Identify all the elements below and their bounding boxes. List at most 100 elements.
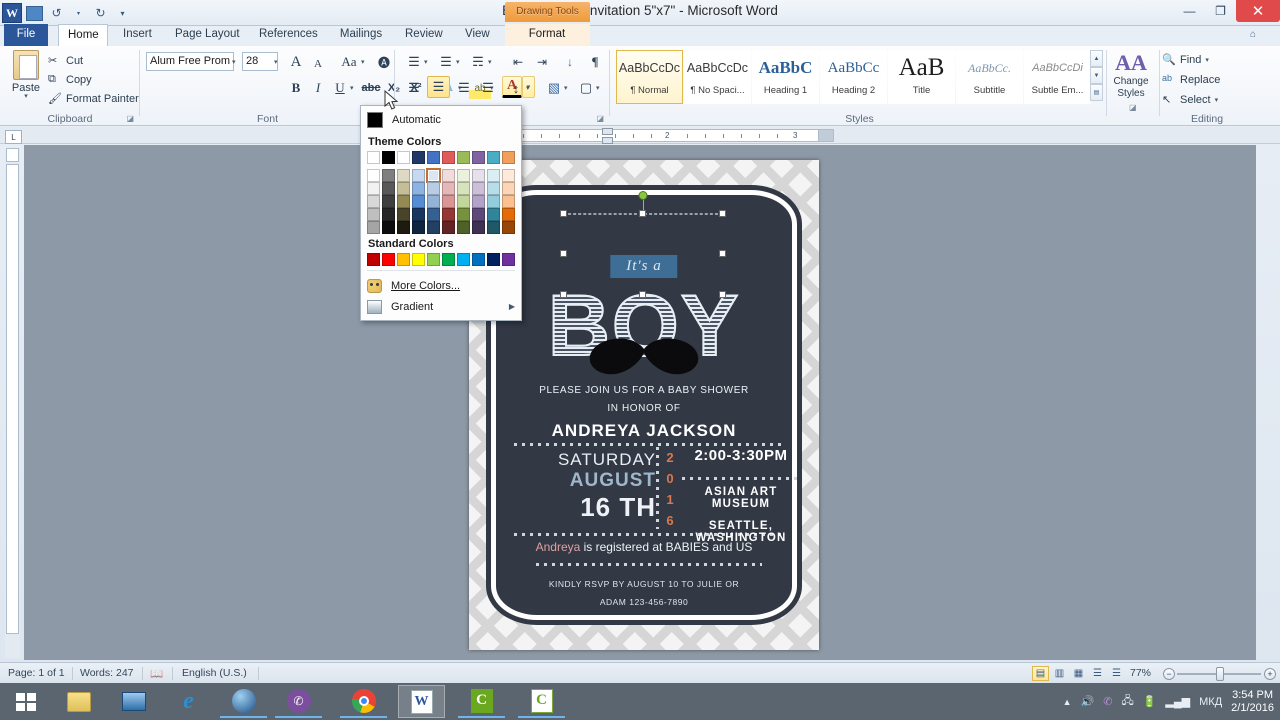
- minimize-ribbon-icon[interactable]: ⌂: [1243, 24, 1263, 45]
- styles-scroll-down-icon[interactable]: ▼: [1090, 67, 1103, 84]
- paste-button[interactable]: Paste ▾: [6, 50, 46, 100]
- styles-more-icon[interactable]: ▤: [1090, 84, 1103, 101]
- find-button[interactable]: 🔍 Find ▾: [1162, 53, 1209, 67]
- language-indicator[interactable]: English (U.S.): [182, 667, 247, 679]
- standard-swatch[interactable]: [412, 253, 425, 266]
- handle-top-left[interactable]: [560, 210, 567, 217]
- tab-references[interactable]: References: [250, 24, 326, 46]
- underline-dropdown-icon[interactable]: ▾: [350, 84, 354, 92]
- cut-button[interactable]: ✂ Cut: [48, 54, 83, 68]
- bold-button[interactable]: B: [286, 77, 306, 99]
- theme-variants-row[interactable]: [367, 168, 521, 183]
- tab-home[interactable]: Home: [58, 24, 108, 46]
- style-normal[interactable]: AaBbCcDc ¶ Normal: [616, 50, 683, 104]
- tab-format[interactable]: Format: [510, 24, 584, 46]
- styles-dialog-launcher[interactable]: ◪: [1129, 103, 1137, 112]
- tab-view[interactable]: View: [456, 24, 498, 46]
- view-full-screen[interactable]: ▥: [1051, 666, 1068, 681]
- view-outline[interactable]: ☰: [1089, 666, 1106, 681]
- theme-swatch[interactable]: [457, 151, 470, 164]
- network-error-icon[interactable]: 🖧: [1121, 692, 1133, 711]
- font-color-dropdown-menu[interactable]: Automatic Theme Colors Standard Colors M…: [360, 105, 522, 321]
- taskbar-google-chrome[interactable]: [340, 685, 387, 718]
- zoom-slider-thumb[interactable]: [1216, 667, 1224, 681]
- standard-swatch[interactable]: [472, 253, 485, 266]
- close-button[interactable]: ✕: [1236, 0, 1280, 22]
- shading-button[interactable]: ▧: [543, 77, 565, 99]
- align-left-button[interactable]: ☰: [403, 77, 425, 99]
- select-dropdown-icon[interactable]: ▾: [1215, 96, 1219, 104]
- numbering-dropdown-icon[interactable]: ▾: [456, 58, 460, 66]
- font-name-input[interactable]: Alum Free Prom: [146, 52, 234, 71]
- view-draft[interactable]: ☰: [1108, 666, 1125, 681]
- taskbar-media-player[interactable]: [110, 685, 157, 718]
- select-button[interactable]: ↖ Select ▾: [1162, 93, 1218, 107]
- tab-review[interactable]: Review: [396, 24, 448, 46]
- volume-icon[interactable]: 🔊: [1081, 695, 1095, 708]
- handle-middle-right[interactable]: [719, 250, 726, 257]
- viber-tray-icon[interactable]: ✆: [1103, 695, 1112, 708]
- theme-swatch[interactable]: [397, 151, 410, 164]
- format-painter-button[interactable]: 🖌 Format Painter: [48, 92, 139, 106]
- styles-scroll-up-icon[interactable]: ▲: [1090, 50, 1103, 67]
- shrink-font-button[interactable]: A: [308, 53, 328, 75]
- taskbar-file-explorer[interactable]: [55, 685, 102, 718]
- replace-button[interactable]: ab Replace: [1162, 73, 1220, 87]
- copy-button[interactable]: ⧉ Copy: [48, 73, 92, 87]
- show-hidden-icons[interactable]: ▲: [1063, 697, 1072, 707]
- shading-dropdown-icon[interactable]: ▾: [564, 84, 568, 92]
- paragraph-dialog-launcher[interactable]: ◪: [596, 114, 604, 123]
- rotation-handle[interactable]: [638, 191, 648, 200]
- standard-swatch[interactable]: [457, 253, 470, 266]
- italic-button[interactable]: I: [308, 77, 328, 99]
- clock[interactable]: 3:54 PM 2/1/2016: [1231, 689, 1274, 715]
- first-line-indent-marker[interactable]: [602, 128, 613, 135]
- change-case-dropdown-icon[interactable]: ▾: [361, 58, 365, 66]
- zoom-out-button[interactable]: −: [1163, 668, 1175, 680]
- minimize-button[interactable]: —: [1174, 0, 1205, 22]
- zoom-level[interactable]: 77%: [1130, 667, 1151, 679]
- theme-swatch[interactable]: [382, 151, 395, 164]
- style-title[interactable]: AaB Title: [888, 50, 955, 104]
- standard-swatch[interactable]: [427, 253, 440, 266]
- handle-bottom-center[interactable]: [639, 291, 646, 298]
- theme-variants-row[interactable]: [367, 221, 521, 234]
- tab-page-layout[interactable]: Page Layout: [166, 24, 246, 46]
- theme-variants-row[interactable]: [367, 182, 521, 195]
- numbering-button[interactable]: ☰: [435, 51, 457, 73]
- menu-item-gradient[interactable]: Gradient ▶: [361, 296, 521, 317]
- style-subtle-emphasis[interactable]: AaBbCcDi Subtle Em...: [1024, 50, 1091, 104]
- style-heading-1[interactable]: AaBbC Heading 1: [752, 50, 819, 104]
- bullets-dropdown-icon[interactable]: ▾: [424, 58, 428, 66]
- handle-middle-left[interactable]: [560, 250, 567, 257]
- increase-indent-button[interactable]: ⇥: [531, 51, 553, 73]
- view-print-layout[interactable]: ▤: [1032, 666, 1049, 681]
- shape-selection-handles[interactable]: [560, 191, 726, 298]
- standard-swatch[interactable]: [367, 253, 380, 266]
- style-no-spacing[interactable]: AaBbCcDc ¶ No Spaci...: [684, 50, 751, 104]
- signal-icon[interactable]: ▂▄▆: [1165, 695, 1190, 708]
- ruler-track[interactable]: 1 2 3: [470, 129, 820, 142]
- justify-button[interactable]: ☰: [477, 77, 499, 99]
- zoom-in-button[interactable]: +: [1264, 668, 1276, 680]
- theme-swatch[interactable]: [487, 151, 500, 164]
- standard-swatch[interactable]: [397, 253, 410, 266]
- start-button[interactable]: [4, 685, 48, 718]
- line-spacing-dropdown-icon[interactable]: ▾: [526, 84, 530, 92]
- standard-swatch[interactable]: [382, 253, 395, 266]
- taskbar-internet-explorer[interactable]: e: [165, 685, 212, 718]
- strikethrough-button[interactable]: abc: [360, 77, 382, 99]
- clipboard-dialog-launcher[interactable]: ◪: [126, 114, 134, 123]
- clear-formatting-button[interactable]: 🅐: [373, 51, 395, 73]
- find-dropdown-icon[interactable]: ▾: [1205, 56, 1209, 64]
- align-center-button[interactable]: ☰: [427, 76, 450, 98]
- standard-swatch[interactable]: [502, 253, 515, 266]
- borders-button[interactable]: ▢: [575, 77, 597, 99]
- restore-button[interactable]: ❐: [1205, 0, 1236, 22]
- standard-colors-grid[interactable]: [361, 253, 521, 266]
- tab-mailings[interactable]: Mailings: [330, 24, 392, 46]
- theme-colors-grid[interactable]: [361, 151, 521, 234]
- handle-bottom-left[interactable]: [560, 291, 567, 298]
- taskbar-camtasia-recorder[interactable]: C: [518, 685, 565, 718]
- borders-dropdown-icon[interactable]: ▾: [596, 84, 600, 92]
